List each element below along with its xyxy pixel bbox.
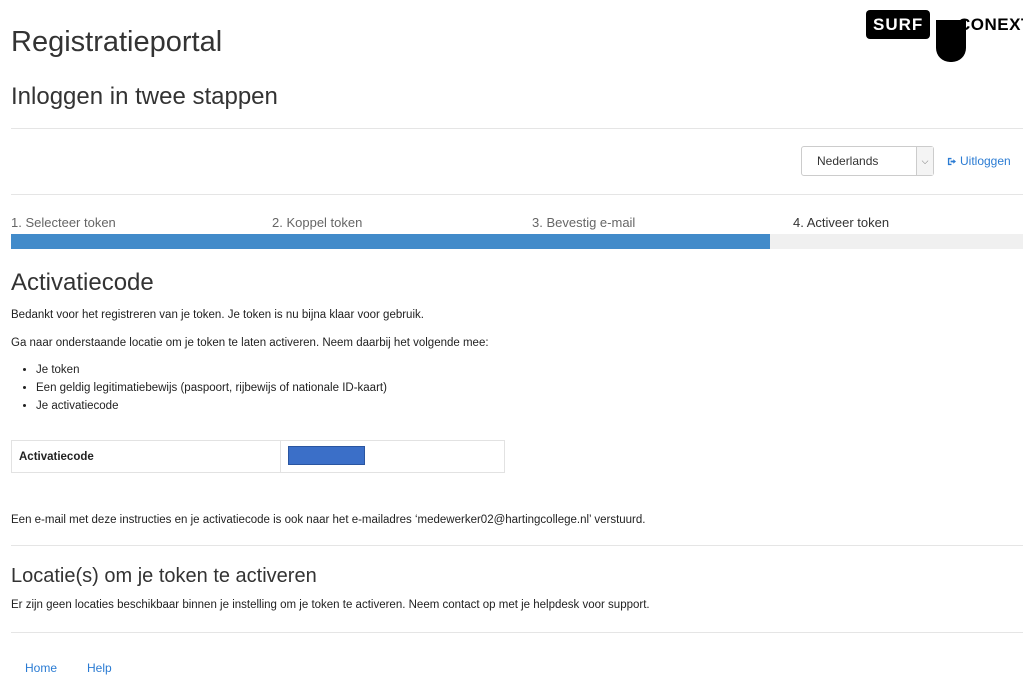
logo-conext-text: CONEXT [958,15,1023,34]
divider [11,545,1023,546]
logout-link[interactable]: Uitloggen [947,154,1011,168]
step-3-label: 3. Bevestig e-mail [532,215,636,230]
activation-code-redacted [288,446,365,465]
logout-label: Uitloggen [960,154,1011,168]
list-item: Je activatiecode [36,397,387,415]
locations-heading: Locatie(s) om je token te activeren [11,565,317,587]
progress-bar [11,234,1023,249]
instructions-paragraph: Ga naar onderstaande locatie om je token… [11,337,489,349]
language-selected-value: Nederlands [817,154,879,168]
progress-bar-fill [11,234,770,249]
table-cell-divider [280,441,281,472]
surfconext-logo: SURF CONEXT [866,10,1023,62]
activation-code-label: Activatiecode [19,451,94,463]
language-select[interactable]: Nederlands ⌵ [801,146,934,176]
step-2-label: 2. Koppel token [272,215,363,230]
locations-note: Er zijn geen locaties beschikbaar binnen… [11,599,650,611]
divider [11,128,1023,129]
thanks-paragraph: Bedankt voor het registreren van je toke… [11,309,424,321]
email-note: Een e-mail met deze instructies en je ac… [11,514,646,526]
page-subtitle: Inloggen in twee stappen [11,83,278,110]
footer-help-link[interactable]: Help [87,661,112,675]
step-4-label: 4. Activeer token [793,215,890,230]
sign-out-icon [947,157,956,166]
activation-heading: Activatiecode [11,269,154,296]
logo-surf-text: SURF [866,10,931,39]
divider [11,632,1023,633]
bring-list: Je token Een geldig legitimatiebewijs (p… [22,361,387,415]
list-item: Je token [36,361,387,379]
chevron-down-icon: ⌵ [916,147,933,175]
activation-code-table: Activatiecode [11,440,505,473]
step-1-label: 1. Selecteer token [11,215,116,230]
divider [11,194,1023,195]
footer-home-link[interactable]: Home [25,661,57,675]
page-title: Registratieportal [11,26,223,58]
list-item: Een geldig legitimatiebewijs (paspoort, … [36,379,387,397]
